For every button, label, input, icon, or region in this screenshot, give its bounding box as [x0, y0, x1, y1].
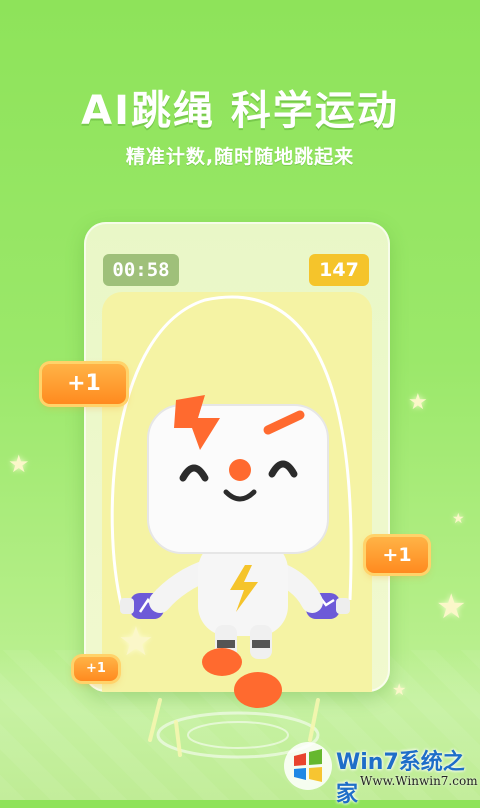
sparkle-star-icon: ★	[8, 450, 30, 478]
mascot-nose	[229, 459, 251, 481]
windows-logo-icon	[284, 742, 332, 790]
bonus-badge-large: +1	[42, 364, 126, 404]
bonus-badge-small: +1	[74, 657, 118, 681]
sparkle-star-icon: ★	[436, 587, 467, 627]
sparkle-star-icon: ★	[452, 511, 465, 527]
bonus-badge-right: +1	[366, 537, 428, 573]
watermark-url: Www.Winwin7.com	[360, 774, 478, 788]
mascot-right-shoe	[234, 672, 282, 708]
sparkle-star-icon: ★	[408, 390, 428, 415]
sparkle-star-icon: ★	[118, 619, 154, 665]
site-watermark: Win7系统之家 Www.Winwin7.com	[282, 738, 478, 807]
sparkle-star-icon: ★	[392, 680, 407, 699]
mascot-left-shoe	[202, 648, 242, 676]
